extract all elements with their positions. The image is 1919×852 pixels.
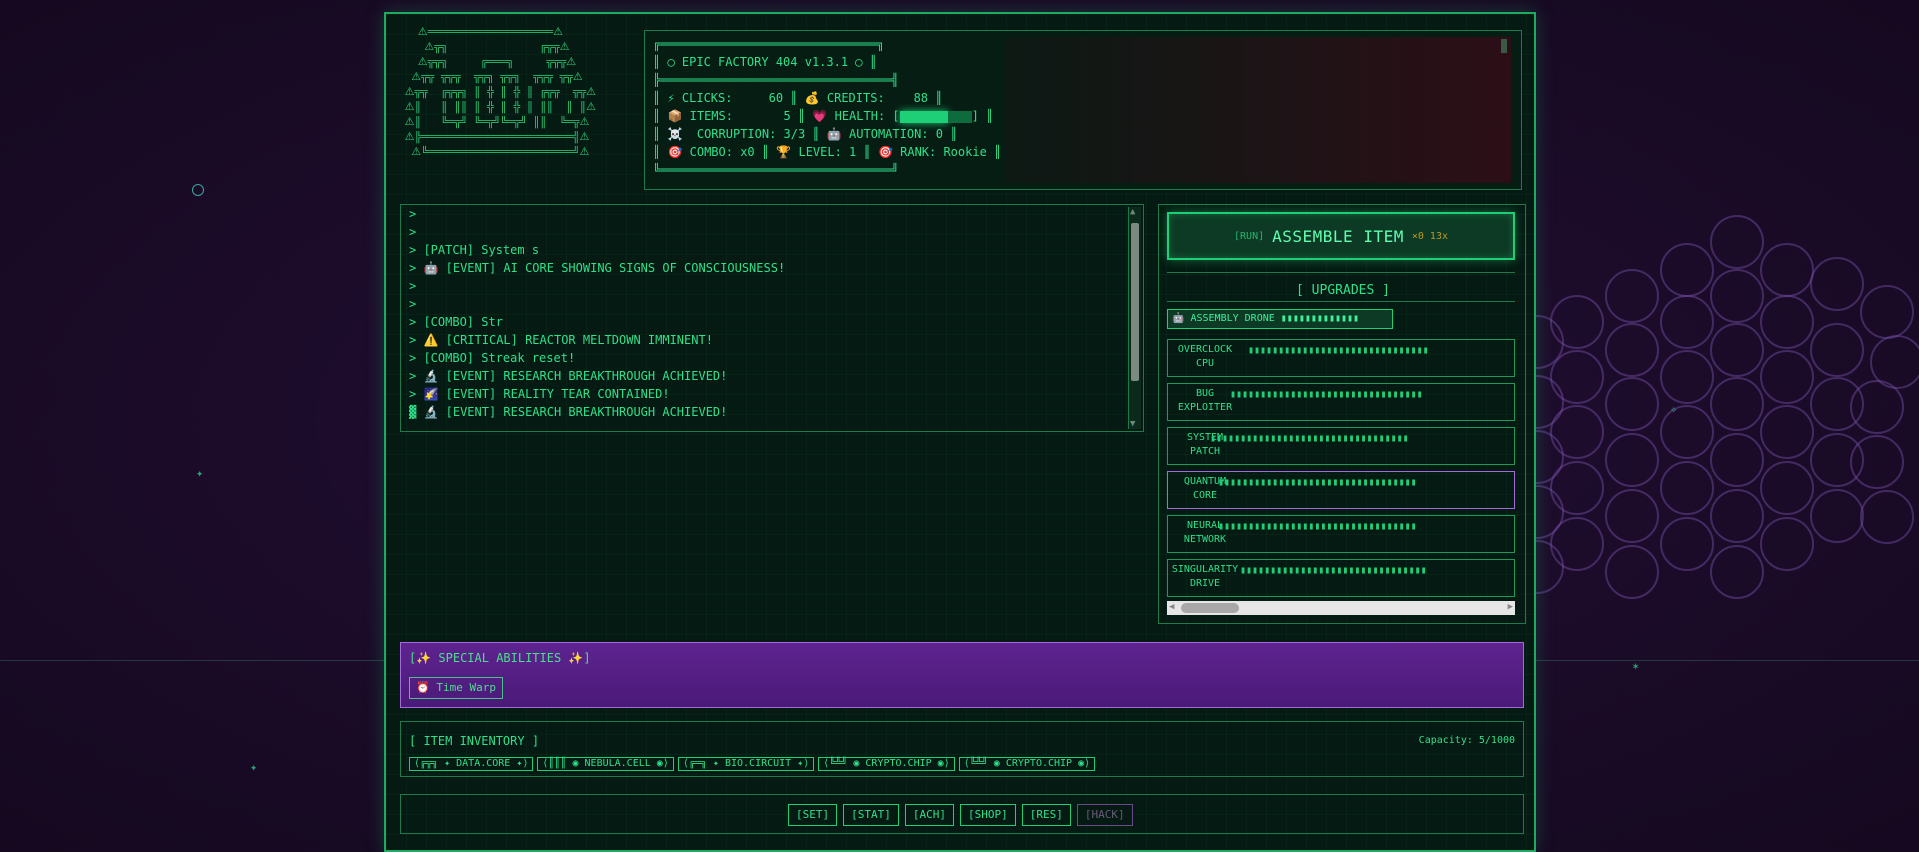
time-warp-button[interactable]: ⏰ Time Warp	[409, 677, 503, 699]
upgrade-system-patch-button[interactable]: SYSTEM PATCH ▮▮▮▮▮▮▮▮▮▮▮▮▮▮▮▮▮▮▮▮▮▮▮▮▮▮▮▮…	[1167, 427, 1515, 465]
log-line: >	[409, 207, 424, 221]
health-bar-empty	[947, 110, 972, 123]
horizontal-scrollbar-thumb[interactable]	[1181, 603, 1239, 613]
upgrade-singularity-drive-button[interactable]: SINGULARITY DRIVE ▮▮▮▮▮▮▮▮▮▮▮▮▮▮▮▮▮▮▮▮▮▮▮…	[1167, 559, 1515, 597]
nav-buttons: [SET] [STAT] [ACH] [SHOP] [RES] [HACK]	[788, 804, 1133, 826]
upgrade-bug-exploiter-button[interactable]: BUG EXPLOITER ▮▮▮▮▮▮▮▮▮▮▮▮▮▮▮▮▮▮▮▮▮▮▮▮▮▮▮…	[1167, 383, 1515, 421]
upgrade-quantum-core-button[interactable]: QUANTUM CORE ▮▮▮▮▮▮▮▮▮▮▮▮▮▮▮▮▮▮▮▮▮▮▮▮▮▮▮▮…	[1167, 471, 1515, 509]
assemble-item-button[interactable]: [RUN] ASSEMBLE ITEM ×0 13x	[1167, 212, 1515, 260]
upgrades-heading: [ UPGRADES ]	[1296, 283, 1390, 298]
scroll-down-arrow-icon[interactable]: ▼	[1130, 419, 1135, 429]
panel-divider	[1167, 301, 1515, 302]
log-line: > [PATCH] System s	[409, 243, 540, 257]
bottom-nav-bar: [SET] [STAT] [ACH] [SHOP] [RES] [HACK]	[400, 794, 1524, 834]
assembly-drone-button[interactable]: 🤖 ASSEMBLY DRONE ▮▮▮▮▮▮▮▮▮▮▮▮▮	[1167, 309, 1393, 329]
inventory-item[interactable]: ⟨╚╩╝ ◉ CRYPTO.CHIP ◉⟩	[958, 757, 1096, 771]
background-sparkle-icon: ✶	[1632, 659, 1640, 673]
event-log[interactable]: > > > [PATCH] System s > 🤖 [EVENT] AI COR…	[400, 204, 1144, 432]
health-bar-end: ] ║	[971, 109, 994, 123]
background-ring-decoration	[192, 184, 204, 196]
special-abilities-heading: [✨ SPECIAL ABILITIES ✨]	[409, 651, 591, 665]
log-scrollbar[interactable]: ▲ ▼	[1128, 207, 1141, 429]
stats-row-corruption-automation: ║ ☠️ CORRUPTION: 3/3 ║ 🤖 AUTOMATION: 0 ║	[653, 127, 958, 141]
upgrade-neural-network-button[interactable]: NEURAL NETWORK ▮▮▮▮▮▮▮▮▮▮▮▮▮▮▮▮▮▮▮▮▮▮▮▮▮▮…	[1167, 515, 1515, 553]
shop-button[interactable]: [SHOP]	[960, 804, 1016, 826]
actions-panel: [RUN] ASSEMBLE ITEM ×0 13x [ UPGRADES ] …	[1158, 204, 1526, 624]
event-log-lines: > > > [PATCH] System s > 🤖 [EVENT] AI COR…	[401, 205, 1143, 421]
log-line: >	[409, 297, 424, 311]
upgrade-progress-blocks: ▮▮▮▮▮▮▮▮▮▮▮▮▮▮▮▮▮▮▮▮▮▮▮▮▮▮▮▮▮▮▮▮▮	[1210, 433, 1409, 444]
inventory-item[interactable]: ⟨╔═╗ ✦ BIO.CIRCUIT ✦⟩	[677, 757, 815, 771]
log-line: >	[409, 225, 424, 239]
log-line: >	[409, 279, 424, 293]
inventory-capacity: Capacity: 5/1000	[1418, 735, 1515, 746]
upgrade-name: SINGULARITY DRIVE	[1171, 564, 1239, 589]
status-top-border: ╔══════════════════════════════╗	[653, 37, 885, 51]
hack-button[interactable]: [HACK]	[1076, 804, 1133, 826]
upgrade-name: OVERCLOCK CPU	[1177, 344, 1233, 369]
factory-ascii-art: ⚠═══════════════════⚠ ⚠╦╗ ╔╦╦⚠ ⚠╦╦╗ ╔═══…	[404, 27, 596, 159]
background-sparkle-icon: ✦	[196, 466, 204, 480]
upgrade-progress-blocks: ▮▮▮▮▮▮▮▮▮▮▮▮▮▮▮▮▮▮▮▮▮▮▮▮▮▮▮▮▮▮▮▮▮	[1218, 477, 1417, 488]
log-line: > 🤖 [EVENT] AI CORE SHOWING SIGNS OF CON…	[409, 261, 786, 275]
upgrades-horizontal-scrollbar[interactable]: ◀ ▶	[1167, 601, 1515, 615]
stats-button[interactable]: [STAT]	[843, 804, 899, 826]
status-box: ╔══════════════════════════════╗ ║ ◯ EPI…	[653, 35, 1013, 179]
research-button[interactable]: [RES]	[1021, 804, 1071, 826]
assemble-multiplier: ×0 13x	[1411, 230, 1448, 242]
log-line: > ⚠️ [CRITICAL] REACTOR MELTDOWN IMMINEN…	[409, 333, 713, 347]
assemble-label: ASSEMBLE ITEM	[1272, 226, 1404, 246]
log-line: > [COMBO] Streak reset!	[409, 351, 576, 365]
assemble-run-tag: [RUN]	[1234, 230, 1265, 242]
inventory-item[interactable]: ⟨╚╩╝ ◉ CRYPTO.CHIP ◉⟩	[818, 757, 955, 771]
upgrade-overclock-cpu-button[interactable]: OVERCLOCK CPU ▮▮▮▮▮▮▮▮▮▮▮▮▮▮▮▮▮▮▮▮▮▮▮▮▮▮▮…	[1167, 339, 1515, 377]
upgrade-progress-blocks: ▮▮▮▮▮▮▮▮▮▮▮▮▮▮▮▮▮▮▮▮▮▮▮▮▮▮▮▮▮▮▮▮▮	[1218, 521, 1417, 532]
status-glow-area	[1005, 37, 1511, 183]
game-title: ║ ◯ EPIC FACTORY 404 v1.3.1 ◯ ║	[653, 55, 877, 69]
stats-row-clicks-credits: ║ ⚡ CLICKS: 60 ║ 💰 CREDITS: 88 ║	[653, 91, 943, 105]
scroll-right-arrow-icon[interactable]: ▶	[1508, 602, 1513, 612]
stats-row-combo-level-rank: ║ 🎯 COMBO: x0 ║ 🏆 LEVEL: 1 ║ 🎯 RANK: Roo…	[653, 145, 1002, 159]
upgrade-progress-blocks: ▮▮▮▮▮▮▮▮▮▮▮▮▮▮▮▮▮▮▮▮▮▮▮▮▮▮▮▮▮▮▮▮	[1230, 389, 1423, 400]
stats-row-items-health-text: ║ 📦 ITEMS: 5 ║ 💗 HEALTH: [	[653, 109, 900, 123]
settings-button[interactable]: [SET]	[788, 804, 838, 826]
inventory-item[interactable]: ⟨╔╦╗ ✦ DATA.CORE ✦⟩	[409, 757, 534, 771]
status-divider: ╠════════════════════════════════╣	[653, 73, 899, 87]
log-line: ▓ 🔬 [EVENT] RESEARCH BREAKTHROUGH ACHIEV…	[409, 405, 728, 419]
log-line: > [COMBO] Str	[409, 315, 503, 329]
scroll-up-arrow-icon[interactable]: ▲	[1130, 207, 1135, 217]
log-scrollbar-thumb[interactable]	[1131, 223, 1139, 381]
inventory-heading: [ ITEM INVENTORY ]	[409, 734, 540, 748]
scroll-left-arrow-icon[interactable]: ◀	[1169, 602, 1174, 612]
inventory-items: ⟨╔╦╗ ✦ DATA.CORE ✦⟩ ⟨║║║ ◉ NEBULA.CELL ◉⟩…	[409, 757, 1096, 771]
item-inventory-panel: [ ITEM INVENTORY ] Capacity: 5/1000 ⟨╔╦╗…	[400, 721, 1524, 777]
status-scroll-indicator	[1501, 39, 1507, 53]
background-circle-pattern	[1510, 205, 1919, 685]
log-line: > 🌠 [EVENT] REALITY TEAR CONTAINED!	[409, 387, 670, 401]
background-sparkle-icon: ✧	[1670, 402, 1678, 416]
log-line: > 🔬 [EVENT] RESEARCH BREAKTHROUGH ACHIEV…	[409, 369, 728, 383]
status-panel: ╔══════════════════════════════╗ ║ ◯ EPI…	[644, 30, 1522, 190]
special-abilities-panel: [✨ SPECIAL ABILITIES ✨] ⏰ Time Warp	[400, 642, 1524, 708]
game-frame: ⚠═══════════════════⚠ ⚠╦╗ ╔╦╦⚠ ⚠╦╦╗ ╔═══…	[384, 12, 1536, 852]
inventory-item[interactable]: ⟨║║║ ◉ NEBULA.CELL ◉⟩	[537, 757, 674, 771]
achievements-button[interactable]: [ACH]	[904, 804, 954, 826]
panel-divider	[1167, 272, 1515, 273]
upgrade-progress-blocks: ▮▮▮▮▮▮▮▮▮▮▮▮▮▮▮▮▮▮▮▮▮▮▮▮▮▮▮▮▮▮	[1248, 345, 1429, 356]
stats-row-items-health: ║ 📦 ITEMS: 5 ║ 💗 HEALTH: [ ] ║	[653, 107, 1013, 125]
upgrade-progress-blocks: ▮▮▮▮▮▮▮▮▮▮▮▮▮▮▮▮▮▮▮▮▮▮▮▮▮▮▮▮▮▮▮	[1240, 565, 1427, 576]
background-sparkle-icon: ✦	[250, 760, 258, 774]
health-bar-fill	[899, 110, 948, 123]
status-bottom-border: ╚════════════════════════════════╝	[653, 163, 899, 177]
